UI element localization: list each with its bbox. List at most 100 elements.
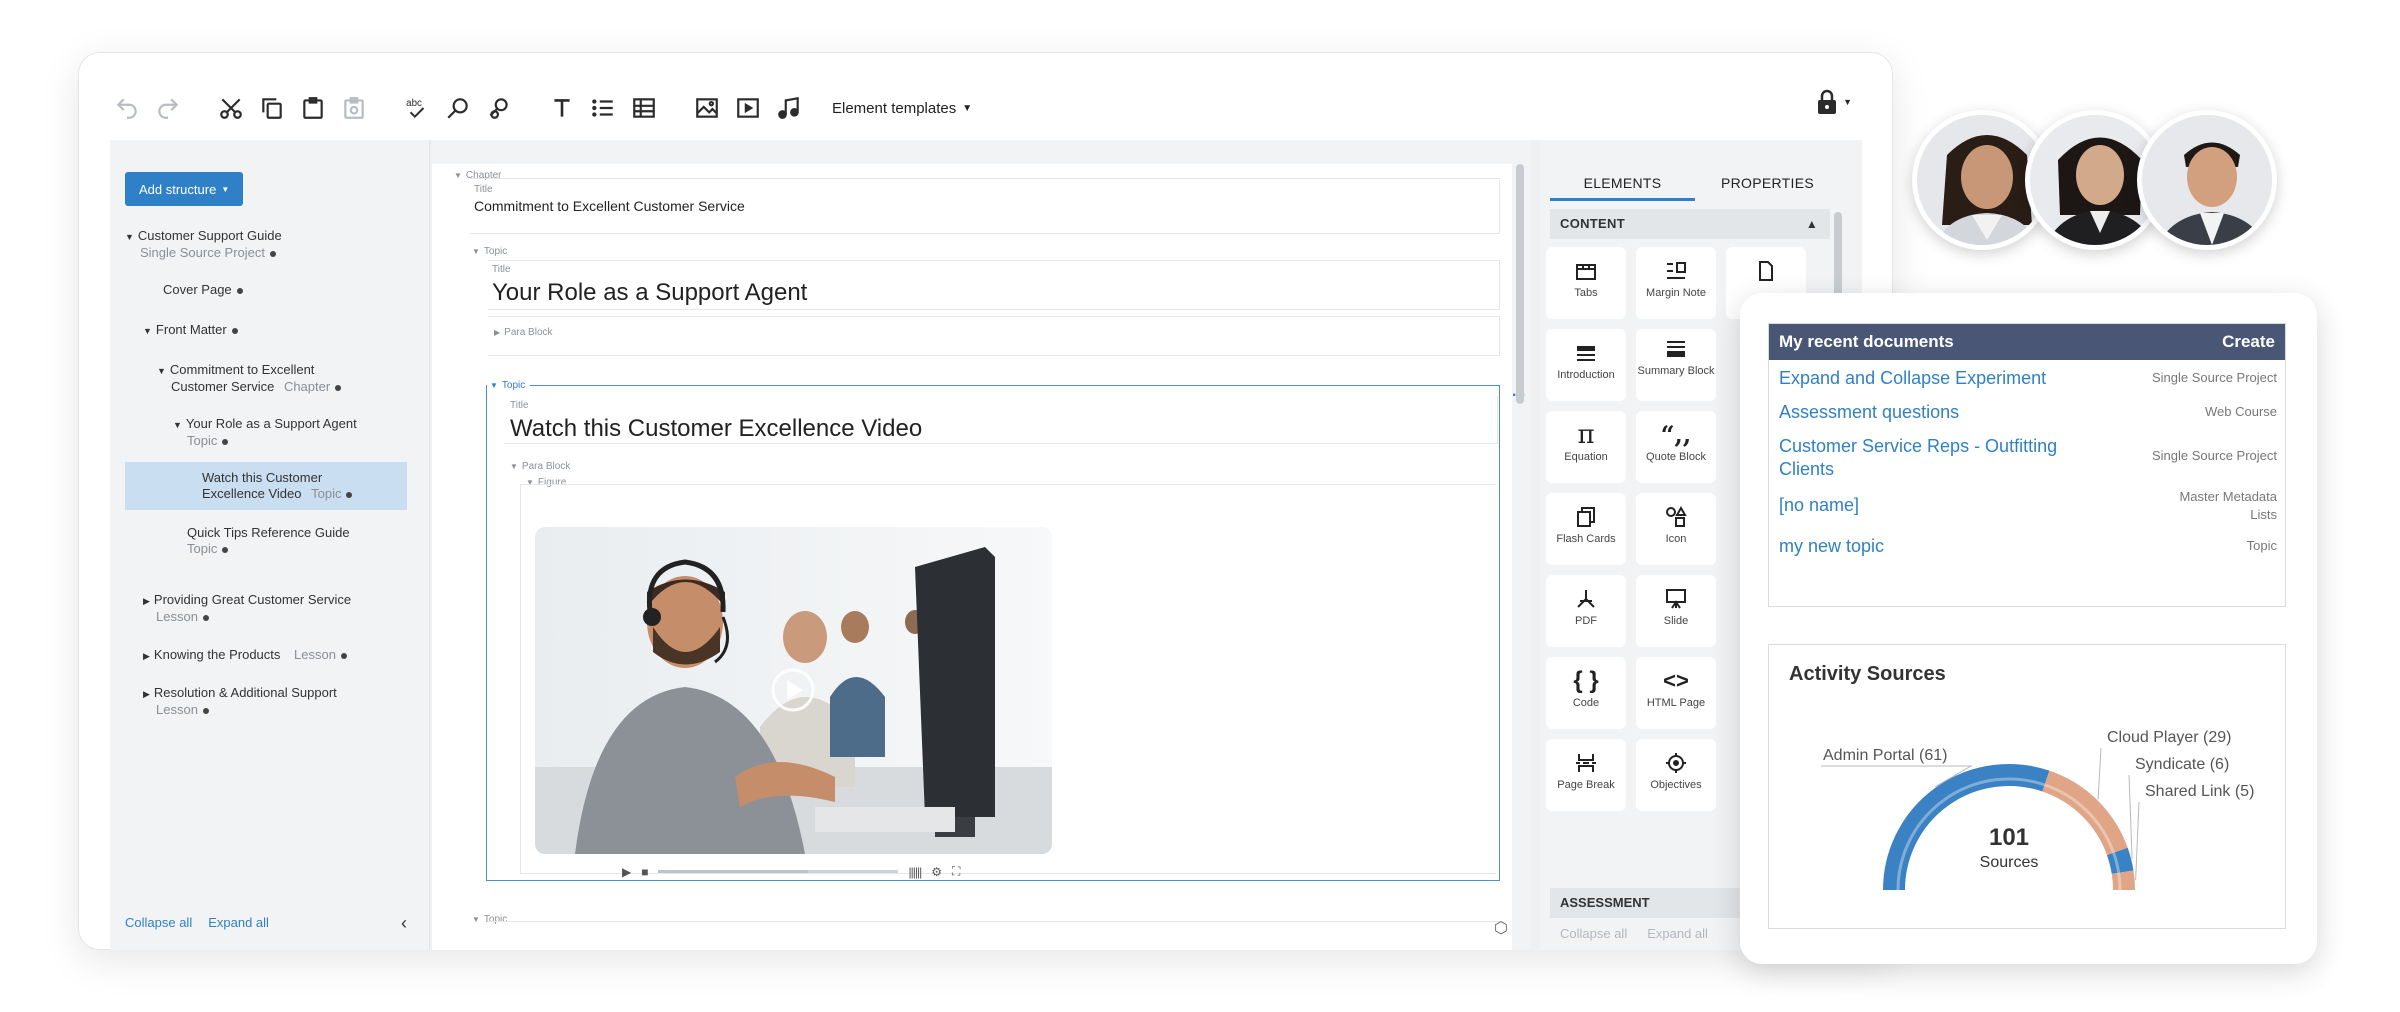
braces-icon: { } — [1573, 667, 1599, 694]
element-card-label: Introduction — [1557, 369, 1615, 381]
expand-all-link[interactable]: Expand all — [1647, 926, 1708, 941]
status-dot — [340, 652, 347, 659]
tree-item-front-matter[interactable]: ▼ Front Matter — [143, 322, 238, 339]
topic-title[interactable]: Watch this Customer Excellence Video — [510, 415, 922, 443]
spellcheck-icon[interactable]: abc — [399, 90, 435, 126]
lock-dropdown[interactable]: ▼ — [1815, 89, 1852, 115]
element-card-quote-block[interactable]: “,, Quote Block — [1636, 411, 1716, 483]
document-name[interactable]: Expand and Collapse Experiment — [1779, 367, 2109, 390]
document-name[interactable]: Customer Service Reps - Outfitting Clien… — [1779, 435, 2109, 481]
video-icon[interactable] — [730, 90, 766, 126]
element-card-pdf[interactable]: PDF — [1546, 575, 1626, 647]
collapse-all-link[interactable]: Collapse all — [1560, 926, 1627, 941]
tree-item-label: Quick Tips Reference Guide — [187, 525, 350, 540]
add-structure-button[interactable]: Add structure ▼ — [125, 172, 244, 206]
table-icon[interactable] — [626, 90, 662, 126]
pi-icon: π — [1577, 420, 1595, 450]
status-dot — [231, 327, 238, 334]
expand-arrow-icon[interactable]: ▼ — [125, 232, 134, 242]
target-icon — [1636, 751, 1716, 775]
collapse-all-link[interactable]: Collapse all — [125, 915, 192, 930]
topic-title[interactable]: Your Role as a Support Agent — [492, 279, 807, 307]
list-item[interactable]: Customer Service Reps - Outfitting Clien… — [1779, 435, 2277, 481]
assessment-section-header[interactable]: ASSESSMENT — [1550, 888, 1750, 918]
settings-gear-icon[interactable]: ⚙ — [931, 865, 942, 879]
hexagon-settings-icon[interactable]: ⬡ — [1494, 918, 1508, 938]
element-card-margin-note[interactable]: Margin Note — [1636, 247, 1716, 319]
document-type: Topic — [2246, 538, 2277, 553]
gauge-segment-shared-link — [2111, 870, 2135, 891]
list-item[interactable]: [no name] Master Metadata Lists — [1779, 489, 2277, 522]
find-link-icon[interactable] — [481, 90, 517, 126]
expand-arrow-icon[interactable]: ▼ — [143, 326, 152, 336]
expand-arrow-icon[interactable]: ▼ — [157, 366, 166, 376]
text-icon[interactable] — [544, 90, 580, 126]
tree-item-providing-great[interactable]: ▶ Providing Great Customer Service Lesson — [143, 592, 351, 625]
document-type: Single Source Project — [2151, 448, 2277, 463]
tree-item-customer-support-guide[interactable]: ▼ Customer Support Guide Single Source Pr… — [125, 228, 282, 261]
paste-icon[interactable] — [295, 90, 331, 126]
scrollbar[interactable] — [1516, 164, 1524, 404]
document-name[interactable]: Assessment questions — [1779, 401, 2109, 424]
video-player[interactable] — [535, 527, 1052, 854]
image-icon[interactable] — [689, 90, 725, 126]
topic-label: ▼ Topic — [472, 914, 508, 925]
redo-icon[interactable] — [150, 90, 186, 126]
list-icon[interactable] — [585, 90, 621, 126]
search-icon[interactable] — [440, 90, 476, 126]
tree-item-knowing-products[interactable]: ▶ Knowing the Products Lesson — [143, 647, 347, 664]
element-card-flash-cards[interactable]: Flash Cards — [1546, 493, 1626, 565]
element-card-page-break[interactable]: Page Break — [1546, 739, 1626, 811]
tree-item-cover-page[interactable]: Cover Page — [163, 282, 243, 298]
content-section-header[interactable]: CONTENT ▲ — [1550, 209, 1830, 239]
element-card-html-page[interactable]: <> HTML Page — [1636, 657, 1716, 729]
create-link[interactable]: Create — [2222, 332, 2275, 352]
element-card-icon[interactable]: Icon — [1636, 493, 1716, 565]
chevron-up-icon[interactable]: ▲ — [1806, 209, 1818, 239]
tab-properties[interactable]: PROPERTIES — [1695, 165, 1840, 201]
tree-item-quick-tips[interactable]: Quick Tips Reference Guide Topic — [187, 525, 350, 557]
tree-item-commitment-chapter[interactable]: ▼ Commitment to Excellent Customer Servic… — [157, 362, 342, 395]
audio-icon[interactable] — [771, 90, 807, 126]
expand-arrow-icon[interactable]: ▶ — [143, 596, 150, 606]
element-card-summary-block[interactable]: Summary Block — [1636, 329, 1716, 401]
document-name[interactable]: [no name] — [1779, 494, 2109, 517]
element-card-equation[interactable]: π Equation — [1546, 411, 1626, 483]
tab-elements[interactable]: ELEMENTS — [1550, 165, 1695, 201]
expand-arrow-icon[interactable]: ▶ — [143, 689, 150, 699]
play-icon[interactable]: ▶ — [622, 865, 631, 879]
tree-item-your-role[interactable]: ▼ Your Role as a Support Agent Topic — [173, 416, 357, 449]
tree-item-resolution[interactable]: ▶ Resolution & Additional Support Lesson — [143, 685, 337, 718]
stop-icon[interactable]: ■ — [641, 865, 648, 879]
cut-icon[interactable] — [213, 90, 249, 126]
list-item[interactable]: Expand and Collapse Experiment Single So… — [1779, 367, 2277, 390]
progress-bar[interactable] — [658, 870, 899, 873]
tree-item-watch-video[interactable]: Watch this Customer Excellence Video Top… — [125, 462, 407, 510]
list-item[interactable]: Assessment questions Web Course — [1779, 401, 2277, 424]
fullscreen-icon[interactable]: ⛶ — [952, 864, 960, 879]
tabs-icon — [1546, 259, 1626, 283]
undo-icon[interactable] — [109, 90, 145, 126]
element-templates-dropdown[interactable]: Element templates ▼ — [832, 100, 972, 117]
list-item[interactable]: my new topic Topic — [1779, 535, 2277, 558]
expand-all-link[interactable]: Expand all — [208, 915, 269, 930]
expand-arrow-icon[interactable]: ▼ — [173, 420, 182, 430]
element-card-objectives[interactable]: Objectives — [1636, 739, 1716, 811]
chevron-left-icon[interactable]: ‹ — [401, 913, 407, 934]
chapter-title[interactable]: Commitment to Excellent Customer Service — [474, 198, 745, 214]
volume-icon[interactable]: |||||| — [908, 865, 922, 879]
activity-title: Activity Sources — [1789, 663, 1946, 685]
activity-sources-widget: Activity Sources Admin Portal (61) Cloud … — [1768, 644, 2286, 929]
document-name[interactable]: my new topic — [1779, 535, 2109, 558]
recent-documents-widget: My recent documents Create Expand and Co… — [1768, 323, 2286, 607]
copy-icon[interactable] — [254, 90, 290, 126]
paste-special-icon[interactable] — [336, 90, 372, 126]
expand-arrow-icon[interactable]: ▶ — [143, 651, 150, 661]
element-card-label: PDF — [1575, 615, 1597, 627]
element-card-tabs[interactable]: Tabs — [1546, 247, 1626, 319]
element-card-introduction[interactable]: Introduction — [1546, 329, 1626, 401]
pdf-icon — [1546, 587, 1626, 611]
divider — [488, 921, 1500, 922]
element-card-slide[interactable]: Slide — [1636, 575, 1716, 647]
element-card-code[interactable]: { } Code — [1546, 657, 1626, 729]
